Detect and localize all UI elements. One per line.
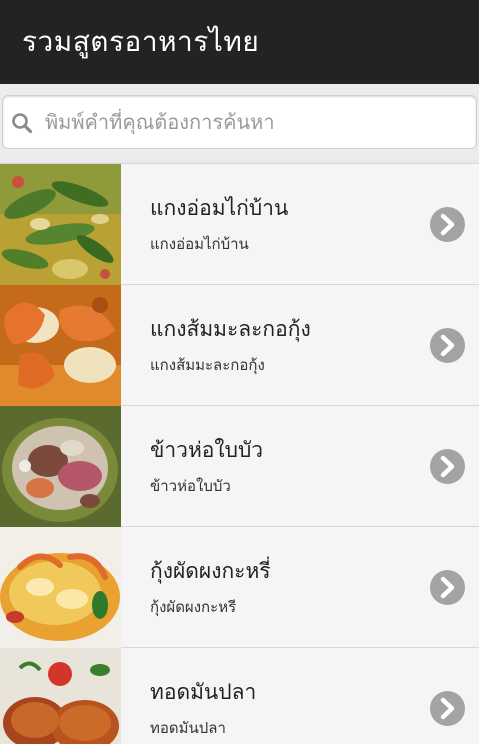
recipe-thumbnail <box>0 164 121 285</box>
recipe-thumbnail <box>0 285 121 406</box>
app-header: รวมสูตรอาหารไทย <box>0 0 479 84</box>
list-item[interactable]: ข้าวห่อใบบัว ข้าวห่อใบบัว <box>0 406 479 527</box>
recipe-list: แกงอ่อมไก่บ้าน แกงอ่อมไก่บ้าน แกงส้มมะละ… <box>0 163 479 744</box>
search-bar <box>0 84 479 160</box>
recipe-thumbnail <box>0 527 121 648</box>
list-item[interactable]: ทอดมันปลา ทอดมันปลา <box>0 648 479 744</box>
recipe-subtitle: กุ้งผัดผงกะหรี <box>150 598 237 616</box>
recipe-thumbnail <box>0 648 121 744</box>
chevron-right-icon[interactable] <box>430 328 465 363</box>
list-item[interactable]: แกงอ่อมไก่บ้าน แกงอ่อมไก่บ้าน <box>0 164 479 285</box>
chevron-right-icon[interactable] <box>430 207 465 242</box>
page-title: รวมสูตรอาหารไทย <box>22 25 260 58</box>
search-box[interactable] <box>2 95 477 149</box>
chevron-right-icon[interactable] <box>430 449 465 484</box>
chevron-right-icon[interactable] <box>430 691 465 726</box>
search-input[interactable] <box>45 104 465 140</box>
recipe-name: ข้าวห่อใบบัว <box>150 438 264 462</box>
recipe-name: แกงอ่อมไก่บ้าน <box>150 196 289 220</box>
list-item[interactable]: แกงส้มมะละกอกุ้ง แกงส้มมะละกอกุ้ง <box>0 285 479 406</box>
recipe-name: แกงส้มมะละกอกุ้ง <box>150 317 311 341</box>
recipe-name: กุ้งผัดผงกะหรี่ <box>150 559 271 583</box>
recipe-subtitle: ข้าวห่อใบบัว <box>150 477 231 495</box>
search-icon <box>11 112 33 134</box>
recipe-subtitle: แกงอ่อมไก่บ้าน <box>150 235 249 253</box>
recipe-subtitle: แกงส้มมะละกอกุ้ง <box>150 356 265 374</box>
recipe-thumbnail <box>0 406 121 527</box>
chevron-right-icon[interactable] <box>430 570 465 605</box>
recipe-subtitle: ทอดมันปลา <box>150 719 226 737</box>
list-item[interactable]: กุ้งผัดผงกะหรี่ กุ้งผัดผงกะหรี <box>0 527 479 648</box>
recipe-name: ทอดมันปลา <box>150 680 257 704</box>
